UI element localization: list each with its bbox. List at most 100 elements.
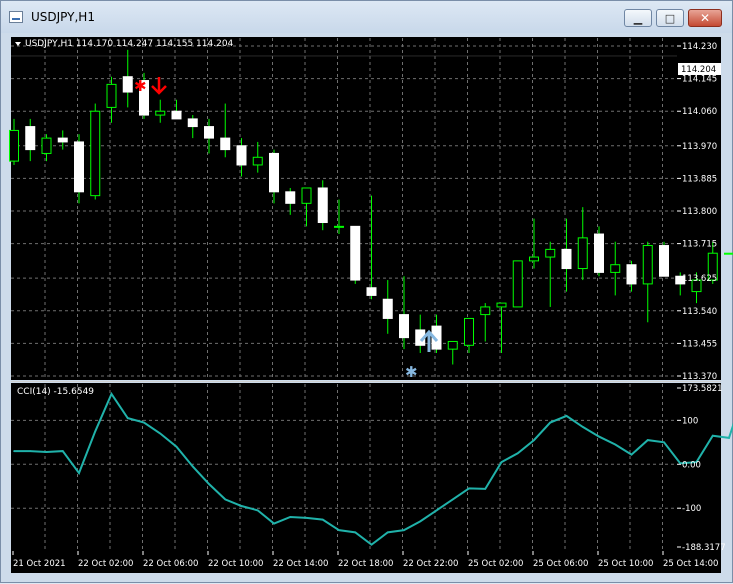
price-axis-label: 113.540 — [682, 307, 717, 317]
cci-panel[interactable] — [11, 383, 677, 551]
cci-point — [62, 450, 64, 452]
candle-body-bear — [351, 226, 360, 280]
candle-body-bull — [481, 307, 490, 315]
candle-body-bear — [221, 138, 230, 150]
candle-body-bull — [302, 188, 311, 203]
candle-body-bear — [123, 77, 132, 92]
cci-point — [614, 444, 616, 446]
cci-point — [501, 461, 503, 463]
cci-point — [224, 499, 226, 501]
cci-point — [257, 510, 259, 512]
cci-point — [208, 483, 210, 485]
time-axis-label: 22 Oct 14:00 — [273, 559, 328, 569]
candle — [513, 261, 522, 307]
price-axis-label: 113.800 — [682, 207, 717, 217]
time-axis-label: 25 Oct 02:00 — [468, 559, 523, 569]
candle-body-bear — [58, 138, 67, 142]
cci-point — [94, 431, 96, 433]
candle-body-bear — [383, 299, 392, 318]
price-axis-label: 114.060 — [682, 107, 717, 117]
candle — [318, 180, 327, 230]
candle-body-bear — [188, 119, 197, 127]
cci-point — [484, 488, 486, 490]
candle-body-bear — [172, 111, 181, 119]
chart-window: USDJPY,H1 ▁ □ ✕ 114.230114.145114.060113… — [0, 0, 733, 583]
cci-point — [517, 452, 519, 454]
cci-point — [159, 433, 161, 435]
current-price-label: 114.204 — [681, 65, 716, 75]
candle-body-bull — [513, 261, 522, 307]
candle-body-bull — [10, 130, 19, 161]
candle-body-bull — [725, 253, 733, 254]
cci-point — [663, 441, 665, 443]
candle-body-bear — [400, 315, 409, 338]
price-axis-label: 113.715 — [682, 240, 717, 250]
time-axis-label: 22 Oct 22:00 — [403, 559, 458, 569]
cci-axis-label: 173.5821 — [682, 384, 723, 394]
time-axis-label: 22 Oct 02:00 — [78, 559, 133, 569]
candle-body-bear — [26, 127, 35, 150]
cci-point — [289, 516, 291, 518]
chart-area[interactable]: 114.230114.145114.060113.970113.885113.8… — [1, 1, 733, 584]
sell-star-icon: ✱ — [134, 77, 147, 95]
cci-point — [273, 523, 275, 525]
price-axis-label: 113.625 — [682, 274, 717, 284]
candle-body-bear — [286, 192, 295, 204]
cci-point — [728, 437, 730, 439]
time-axis-label: 25 Oct 10:00 — [598, 559, 653, 569]
candle-body-bull — [546, 249, 555, 257]
candle-body-bear — [595, 234, 604, 272]
candle-body-bull — [465, 318, 474, 345]
cci-axis-label: -188.3177 — [682, 543, 726, 553]
cci-point — [419, 521, 421, 523]
cci-point — [387, 532, 389, 534]
time-axis-label: 25 Oct 14:00 — [663, 559, 718, 569]
candle-body-bull — [448, 341, 457, 349]
cci-header: CCI(14) -15.6549 — [17, 387, 94, 397]
candle-body-bull — [253, 157, 262, 165]
cci-point — [338, 529, 340, 531]
candle-body-bull — [107, 84, 116, 107]
candle-body-bear — [205, 127, 214, 139]
cci-axis-label: -100 — [682, 504, 701, 514]
cci-point — [13, 450, 15, 452]
cci-point — [371, 544, 373, 546]
cci-axis-label: 100 — [682, 416, 698, 426]
candle-body-bull — [156, 111, 165, 115]
cci-point — [647, 439, 649, 441]
price-axis-label: 113.885 — [682, 174, 717, 184]
cci-point — [322, 519, 324, 521]
chart-header: USDJPY,H1 114.170 114.247 114.155 114.20… — [25, 39, 234, 49]
time-axis-label: 22 Oct 06:00 — [143, 559, 198, 569]
cci-point — [176, 446, 178, 448]
candle — [351, 226, 360, 284]
cci-point — [354, 532, 356, 534]
candle-body-bear — [367, 288, 376, 296]
cci-point — [192, 466, 194, 468]
candle — [595, 226, 604, 276]
cci-point — [533, 439, 535, 441]
candle-body-bull — [335, 226, 344, 227]
cci-point — [549, 422, 551, 424]
cci-point — [46, 451, 48, 453]
price-axis-label: 114.230 — [682, 42, 717, 52]
candle-body-bear — [660, 246, 669, 277]
candle-body-bull — [611, 265, 620, 273]
candle-body-bull — [643, 246, 652, 284]
candle-body-bull — [91, 111, 100, 195]
candle-body-bull — [530, 257, 539, 261]
cci-point — [566, 415, 568, 417]
time-axis-label: 21 Oct 2021 — [13, 559, 66, 569]
cci-point — [452, 499, 454, 501]
cci-point — [127, 417, 129, 419]
candle-body-bear — [627, 265, 636, 284]
cci-point — [468, 488, 470, 490]
time-axis-label: 25 Oct 06:00 — [533, 559, 588, 569]
candle — [725, 253, 733, 254]
price-axis-label: 113.370 — [682, 372, 717, 382]
candle-body-bear — [270, 153, 279, 191]
cci-point — [29, 450, 31, 452]
cci-point — [631, 454, 633, 456]
price-axis-label: 114.145 — [682, 75, 717, 85]
buy-star-icon: ✱ — [405, 363, 418, 381]
